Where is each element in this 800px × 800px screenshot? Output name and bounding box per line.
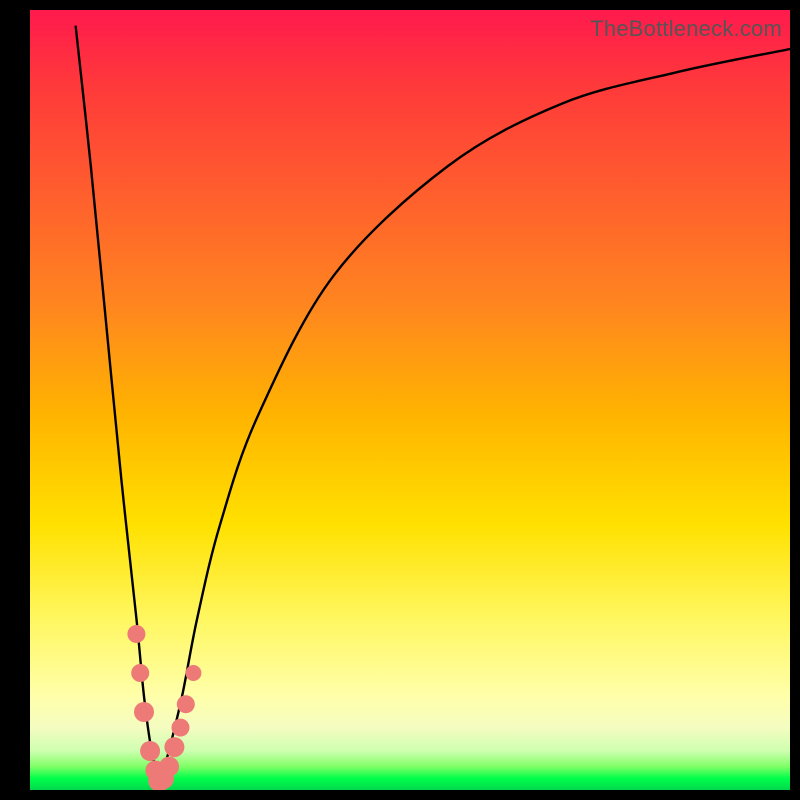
marker-point <box>164 737 184 757</box>
marker-point <box>185 665 201 681</box>
chart-container: TheBottleneck.com <box>0 0 800 800</box>
marker-point <box>159 757 179 777</box>
marker-point <box>127 625 145 643</box>
curve-layer <box>30 10 790 790</box>
bottleneck-curves <box>76 26 790 783</box>
marker-point <box>131 664 149 682</box>
marker-point <box>134 702 154 722</box>
marker-point <box>140 741 160 761</box>
watermark-text: TheBottleneck.com <box>590 16 782 42</box>
marker-point <box>171 719 189 737</box>
curve-right-branch <box>159 49 790 782</box>
marker-point <box>177 695 195 713</box>
plot-area: TheBottleneck.com <box>30 10 790 790</box>
